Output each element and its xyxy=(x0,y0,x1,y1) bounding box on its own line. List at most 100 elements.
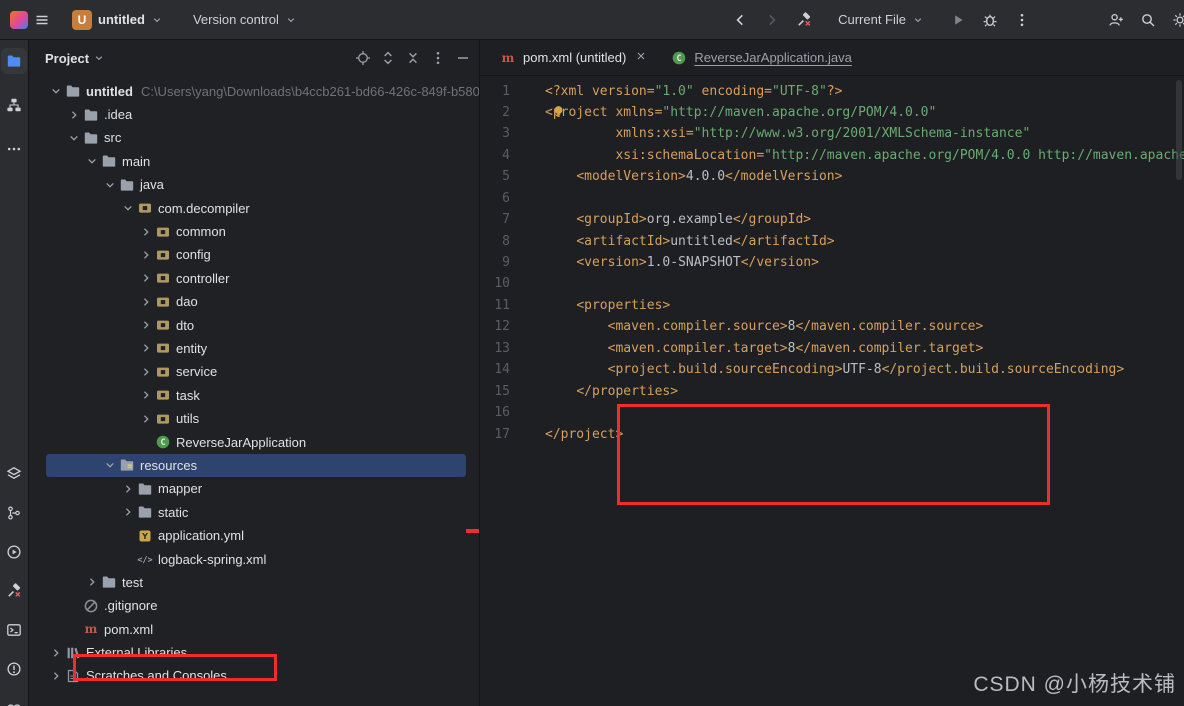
tree-item-src[interactable]: src xyxy=(29,126,479,149)
code-with-me-button[interactable] xyxy=(1102,6,1130,34)
chevron-right-icon[interactable] xyxy=(47,668,64,684)
hide-panel-icon[interactable] xyxy=(455,50,471,66)
run-icon xyxy=(6,544,22,560)
tool-project-button[interactable] xyxy=(1,48,27,74)
editor-surface[interactable]: 1 <?xml version="1.0" encoding="UTF-8"?> 2… xyxy=(480,76,1184,445)
more-actions-button[interactable] xyxy=(1008,6,1036,34)
chevron-down-icon[interactable] xyxy=(101,457,118,473)
tool-run-button[interactable] xyxy=(1,539,27,565)
tree-item-static[interactable]: static xyxy=(29,501,479,524)
tree-item-common[interactable]: common xyxy=(29,220,479,243)
tree-item-config[interactable]: config xyxy=(29,243,479,266)
chevron-down-icon[interactable] xyxy=(101,177,118,193)
tree-item-pom-xml[interactable]: m pom.xml xyxy=(29,617,479,640)
vcs-label: Version control xyxy=(192,12,279,27)
class-icon: C xyxy=(154,434,171,450)
tool-vcs-button[interactable] xyxy=(1,500,27,526)
line-number: 15 xyxy=(494,383,510,399)
build-button[interactable] xyxy=(790,6,818,34)
project-widget[interactable]: U untitled xyxy=(64,7,171,33)
run-button[interactable] xyxy=(944,6,972,34)
line-number: 2 xyxy=(502,104,510,120)
code-text: <?xml version="1.0" encoding="UTF-8"?> xyxy=(545,83,843,99)
chevron-down-icon[interactable] xyxy=(83,153,100,169)
chevron-right-icon[interactable] xyxy=(137,270,154,286)
tool-services-button[interactable] xyxy=(1,461,27,487)
line-number: 17 xyxy=(494,426,510,442)
chevron-right-icon[interactable] xyxy=(137,364,154,380)
chevron-right-icon[interactable] xyxy=(137,224,154,240)
tool-terminal-button[interactable] xyxy=(1,617,27,643)
tree-item-dto[interactable]: dto xyxy=(29,313,479,336)
chevron-right-icon[interactable] xyxy=(137,387,154,403)
chevron-right-icon[interactable] xyxy=(137,247,154,263)
expand-all-icon[interactable] xyxy=(380,50,396,66)
chevron-right-icon[interactable] xyxy=(137,294,154,310)
run-configuration-selector[interactable]: Current File xyxy=(830,9,932,30)
line-number: 12 xyxy=(494,319,510,335)
xml-icon: </> xyxy=(136,551,153,567)
tree-item-service[interactable]: service xyxy=(29,360,479,383)
settings-button[interactable] xyxy=(1166,6,1184,34)
tree-item-logback-spring-xml[interactable]: </> logback-spring.xml xyxy=(29,547,479,570)
tool-structure-button[interactable] xyxy=(1,92,27,118)
tree-item-task[interactable]: task xyxy=(29,384,479,407)
tree-item-entity[interactable]: entity xyxy=(29,337,479,360)
tree-item-dao[interactable]: dao xyxy=(29,290,479,313)
line-number: 11 xyxy=(494,297,510,313)
panel-options-icon[interactable] xyxy=(430,50,446,66)
tree-item-utils[interactable]: utils xyxy=(29,407,479,430)
chevron-right-icon[interactable] xyxy=(65,107,82,123)
locate-file-icon[interactable] xyxy=(355,50,371,66)
chevron-right-icon[interactable] xyxy=(47,645,64,661)
main-menu-icon[interactable] xyxy=(28,6,56,34)
code-line: 13 <maven.compiler.target>8</maven.compi… xyxy=(480,338,1184,359)
vcs-widget[interactable]: Version control xyxy=(185,9,305,30)
tree-item-test[interactable]: test xyxy=(29,571,479,594)
chevron-right-icon[interactable] xyxy=(137,411,154,427)
search-everywhere-button[interactable] xyxy=(1134,6,1162,34)
tree-item-gitignore[interactable]: .gitignore xyxy=(29,594,479,617)
chevron-right-icon[interactable] xyxy=(137,340,154,356)
tool-more-button[interactable] xyxy=(1,136,27,162)
line-number: 13 xyxy=(494,340,510,356)
tree-item-mapper[interactable]: mapper xyxy=(29,477,479,500)
tree-item-scratches-and-consoles[interactable]: Scratches and Consoles xyxy=(29,664,479,687)
tree-item-reversejarapplication[interactable]: C ReverseJarApplication xyxy=(29,430,479,453)
code-line: 4 xsi:schemaLocation="http://maven.apach… xyxy=(480,145,1184,166)
chevron-down-icon[interactable] xyxy=(65,130,82,146)
editor-scrollbar[interactable] xyxy=(1176,80,1182,180)
tool-build-button[interactable] xyxy=(1,578,27,604)
tree-item-resources[interactable]: resources xyxy=(29,454,479,478)
tool-window-strip xyxy=(0,40,29,706)
svg-text:m: m xyxy=(502,51,515,65)
chevron-down-icon[interactable] xyxy=(93,52,105,64)
tree-item-untitled[interactable]: untitled C:\Users\yang\Downloads\b4ccb261… xyxy=(29,80,479,103)
tool-profiler-button[interactable] xyxy=(1,695,27,706)
chevron-down-icon[interactable] xyxy=(119,200,136,216)
tree-item-idea[interactable]: .idea xyxy=(29,103,479,126)
run-configuration-label: Current File xyxy=(838,12,906,27)
editor-tab-reversejarapplication-java[interactable]: C ReverseJarApplication.java xyxy=(659,40,864,76)
chevron-right-icon[interactable] xyxy=(119,504,136,520)
close-tab-icon[interactable] xyxy=(635,50,647,65)
tree-item-com-decompiler[interactable]: com.decompiler xyxy=(29,196,479,219)
chevron-right-icon[interactable] xyxy=(137,317,154,333)
tree-item-application-yml[interactable]: Yapplication.yml xyxy=(29,524,479,547)
editor-tab-pom-xml-untitled[interactable]: m pom.xml (untitled) xyxy=(488,40,659,76)
intention-bulb-icon[interactable] xyxy=(551,104,566,119)
tool-problems-button[interactable] xyxy=(1,656,27,682)
code-text: xsi:schemaLocation="http://maven.apache.… xyxy=(615,147,1184,163)
tree-item-controller[interactable]: controller xyxy=(29,267,479,290)
tree-item-main[interactable]: main xyxy=(29,150,479,173)
chevron-down-icon[interactable] xyxy=(47,83,64,99)
tree-item-java[interactable]: java xyxy=(29,173,479,196)
back-button[interactable] xyxy=(726,6,754,34)
tree-item-external-libraries[interactable]: External Libraries xyxy=(29,641,479,664)
chevron-right-icon[interactable] xyxy=(83,574,100,590)
maven-icon: m xyxy=(82,621,99,637)
collapse-all-icon[interactable] xyxy=(405,50,421,66)
debug-button[interactable] xyxy=(976,6,1004,34)
chevron-right-icon[interactable] xyxy=(119,481,136,497)
forward-button[interactable] xyxy=(758,6,786,34)
